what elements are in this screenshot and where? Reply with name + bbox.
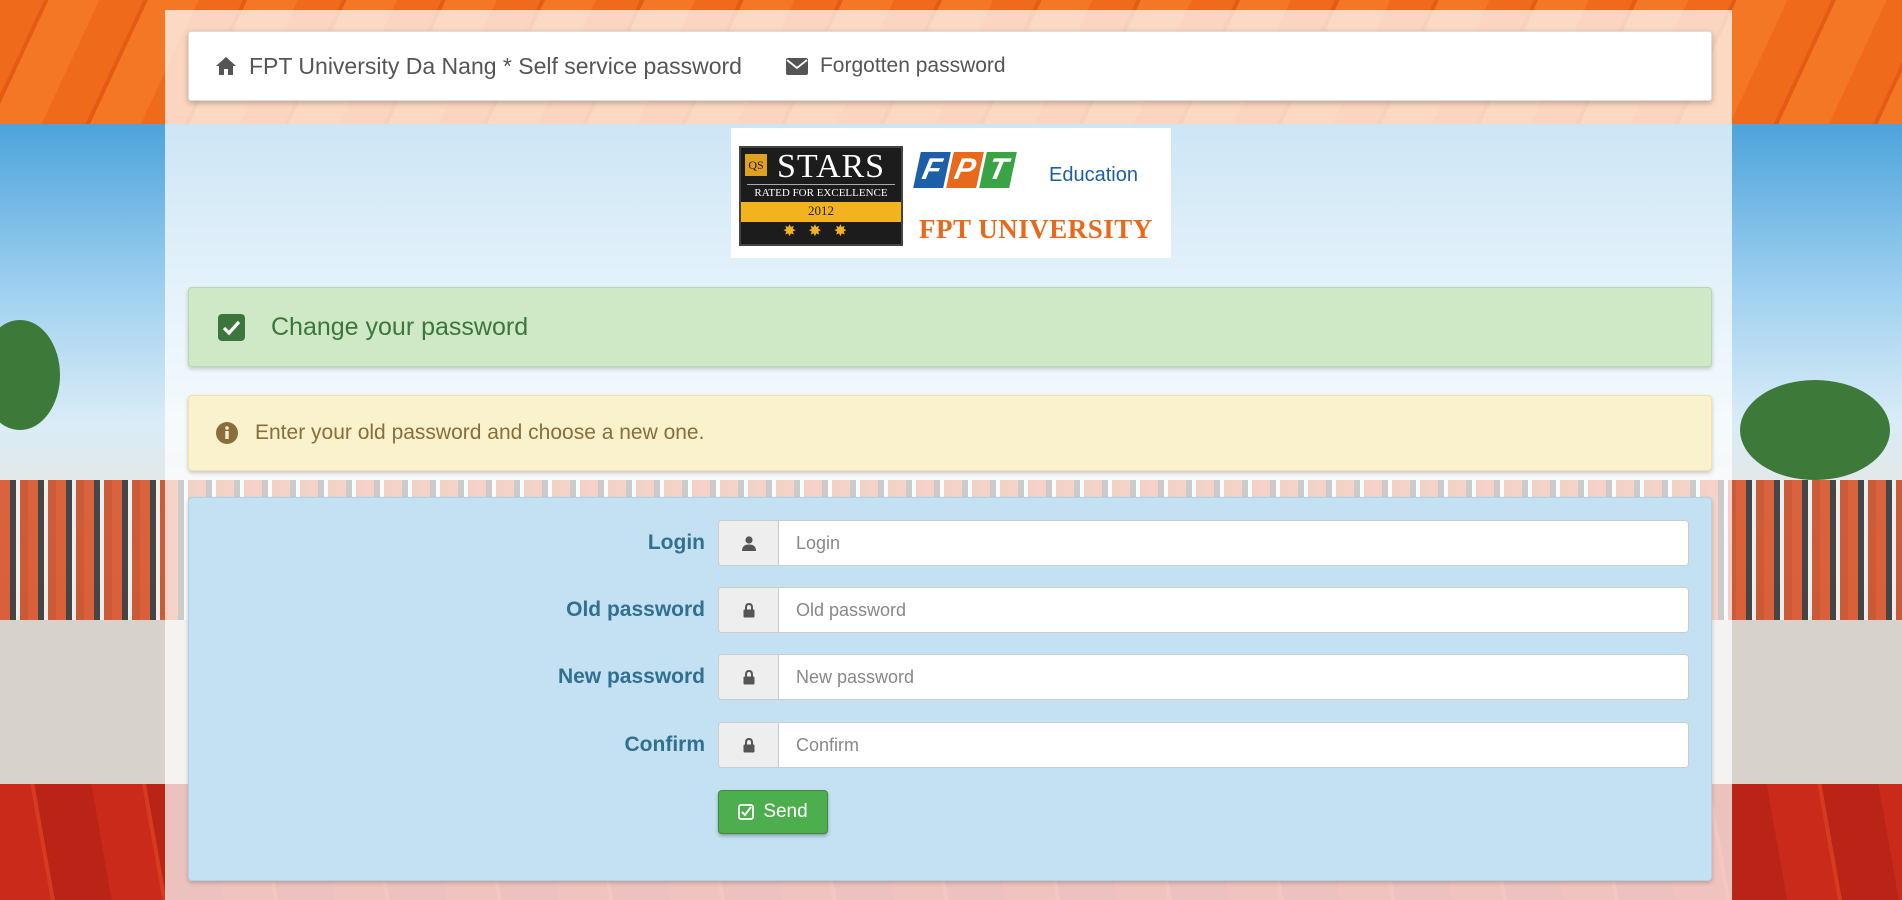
lock-icon <box>743 737 754 752</box>
fpt-university-text: FPT UNIVERSITY <box>919 214 1153 244</box>
fpt-letter-p: P <box>946 152 984 188</box>
stars-word: STARS <box>777 148 886 185</box>
confirm-label: Confirm <box>624 733 706 756</box>
confirm-input[interactable] <box>779 723 1688 767</box>
old-password-input-group <box>718 587 1689 633</box>
background-tree <box>1740 380 1890 480</box>
home-icon <box>216 57 236 75</box>
check-square-icon <box>218 313 245 341</box>
lock-icon <box>743 602 754 617</box>
university-logo: QS STARS RATED FOR EXCELLENCE 2012 ✸✸✸ F… <box>731 128 1171 258</box>
password-form: Login Old password New password <box>188 497 1712 881</box>
login-row: Login <box>189 520 1711 566</box>
login-input[interactable] <box>779 521 1688 565</box>
change-password-alert: Change your password <box>188 287 1712 367</box>
confirm-row: Confirm <box>189 722 1711 768</box>
login-label: Login <box>647 531 705 554</box>
send-button[interactable]: Send <box>718 790 828 834</box>
lock-icon <box>743 669 754 684</box>
old-password-addon <box>719 588 779 632</box>
fpt-education-text: Education <box>1049 164 1138 186</box>
instruction-text: Enter your old password and choose a new… <box>255 421 705 444</box>
instruction-alert: Enter your old password and choose a new… <box>188 395 1712 471</box>
check-square-icon <box>738 804 755 820</box>
user-icon <box>741 535 756 551</box>
qs-stars-badge: QS STARS RATED FOR EXCELLENCE 2012 ✸✸✸ <box>739 146 903 246</box>
brand-title: FPT University Da Nang * Self service pa… <box>249 52 742 79</box>
login-addon <box>719 521 779 565</box>
old-password-label: Old password <box>566 598 705 621</box>
stars-rated-text: RATED FOR EXCELLENCE <box>747 184 895 199</box>
page-title: Change your password <box>271 312 529 341</box>
new-password-row: New password <box>189 654 1711 700</box>
confirm-input-group <box>718 722 1689 768</box>
star-rating-icons: ✸✸✸ <box>741 222 901 242</box>
brand-link[interactable]: FPT University Da Nang * Self service pa… <box>215 53 742 80</box>
forgotten-password-link[interactable]: Forgotten password <box>785 54 1006 78</box>
top-navbar: FPT University Da Nang * Self service pa… <box>188 31 1712 101</box>
fpt-letters: F P T <box>913 152 1017 188</box>
envelope-icon <box>785 57 808 75</box>
old-password-row: Old password <box>189 587 1711 633</box>
fpt-letter-f: F <box>913 152 951 188</box>
new-password-label: New password <box>557 665 705 688</box>
stars-year: 2012 <box>808 203 834 218</box>
stars-year-band: 2012 ✸✸✸ <box>741 202 901 242</box>
qs-mark: QS <box>745 154 767 176</box>
send-label: Send <box>763 801 808 822</box>
old-password-input[interactable] <box>779 588 1688 632</box>
forgotten-password-label: Forgotten password <box>819 54 1006 77</box>
confirm-addon <box>719 723 779 767</box>
fpt-letter-t: T <box>979 152 1017 188</box>
new-password-addon <box>719 655 779 699</box>
login-input-group <box>718 520 1689 566</box>
info-circle-icon <box>216 422 238 444</box>
new-password-input[interactable] <box>779 655 1688 699</box>
new-password-input-group <box>718 654 1689 700</box>
